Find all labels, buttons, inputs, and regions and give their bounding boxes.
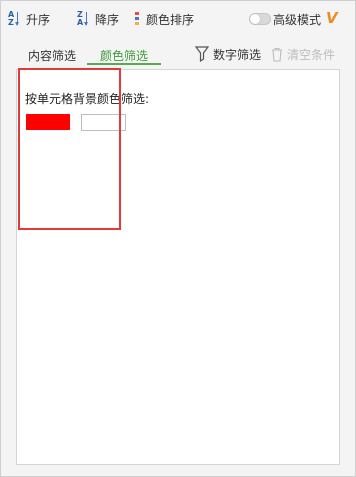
advanced-mode-label: 高级模式 [273,13,322,27]
clear-conditions-label: 清空条件 [287,47,336,62]
vip-icon: V [326,9,338,27]
sort-ascending-button[interactable]: AZ 升序 [8,9,50,29]
color-sort-icon [134,11,142,27]
advanced-mode-toggle[interactable] [249,13,271,25]
funnel-icon [195,46,209,62]
color-sort-label: 颜色排序 [146,12,195,27]
color-sort-button[interactable]: 颜色排序 [134,9,194,29]
number-filter-label: 数字筛选 [213,47,262,62]
sort-descending-icon: ZA [77,10,91,28]
annotation-highlight-box [18,68,121,230]
trash-icon [272,47,282,62]
sort-descending-button[interactable]: ZA 降序 [77,9,119,29]
toolbar: AZ 升序 ZA 降序 颜色排序 高级模式 V [1,1,355,37]
sort-descending-label: 降序 [95,12,120,27]
sort-ascending-icon: AZ [8,10,22,28]
tab-color-filter[interactable]: 颜色筛选 [100,47,148,64]
clear-conditions-button[interactable]: 清空条件 [271,45,335,63]
number-filter-button[interactable]: 数字筛选 [195,45,261,63]
sort-ascending-label: 升序 [26,12,51,27]
active-tab-underline [87,63,161,65]
tab-content-filter[interactable]: 内容筛选 [28,47,76,64]
